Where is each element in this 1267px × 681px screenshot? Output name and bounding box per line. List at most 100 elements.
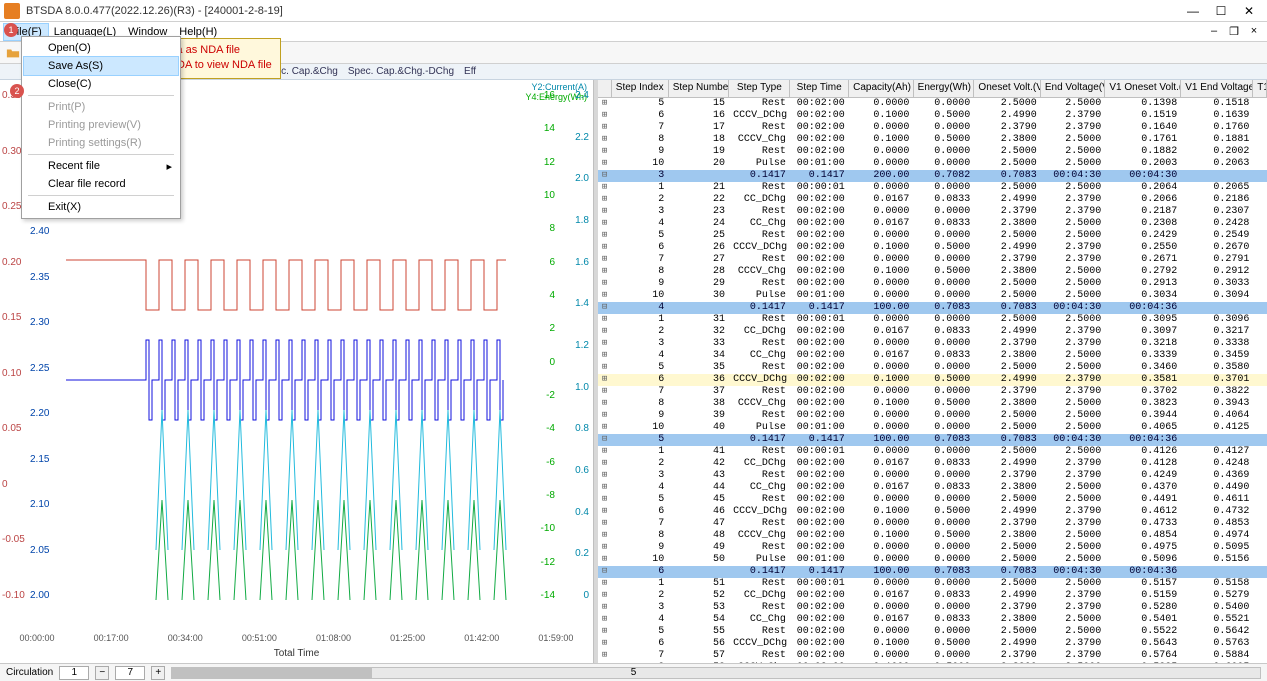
mdi-restore[interactable]: ❐ xyxy=(1225,25,1243,38)
file-print-settings: Printing settings(R) xyxy=(24,134,178,152)
table-row[interactable]: ⊞353Rest00:02:000.00000.00002.37902.3790… xyxy=(598,602,1267,614)
table-row[interactable]: ⊞141Rest00:00:010.00000.00002.50002.5000… xyxy=(598,446,1267,458)
circulation-to[interactable] xyxy=(115,666,145,680)
table-row[interactable]: ⊞636CCCV_DChg00:02:000.10000.50002.49902… xyxy=(598,374,1267,386)
axis-tick: 0.20 xyxy=(2,257,21,268)
table-row[interactable]: ⊞343Rest00:02:000.00000.00002.37902.3790… xyxy=(598,470,1267,482)
table-row[interactable]: ⊞656CCCV_DChg00:02:000.10000.50002.49902… xyxy=(598,638,1267,650)
minimize-button[interactable]: — xyxy=(1179,1,1207,21)
table-row[interactable]: ⊞131Rest00:00:010.00000.00002.50002.5000… xyxy=(598,314,1267,326)
table-row[interactable]: ⊞222CC_DChg00:02:000.01670.08332.49902.3… xyxy=(598,194,1267,206)
file-exit[interactable]: Exit(X) xyxy=(24,198,178,216)
table-row[interactable]: ⊞838CCCV_Chg00:02:000.10000.50002.38002.… xyxy=(598,398,1267,410)
cycle-row[interactable]: ⊟50.14170.1417100.000.70830.708300:04:30… xyxy=(598,434,1267,446)
table-row[interactable]: ⊞151Rest00:00:010.00000.00002.50002.5000… xyxy=(598,578,1267,590)
table-row[interactable]: ⊞1030Pulse00:01:000.00000.00002.50002.50… xyxy=(598,290,1267,302)
column-header[interactable] xyxy=(598,80,612,97)
table-row[interactable]: ⊞434CC_Chg00:02:000.01670.08332.38002.50… xyxy=(598,350,1267,362)
table-row[interactable]: ⊞1050Pulse00:01:000.00000.00002.50002.50… xyxy=(598,554,1267,566)
circulation-from[interactable] xyxy=(59,666,89,680)
table-row[interactable]: ⊞949Rest00:02:000.00000.00002.50002.5000… xyxy=(598,542,1267,554)
mdi-minimize[interactable]: – xyxy=(1205,25,1223,38)
column-header[interactable]: Capacity(Ah) xyxy=(849,80,914,97)
file-clear-record[interactable]: Clear file record xyxy=(24,175,178,193)
table-row[interactable]: ⊞444CC_Chg00:02:000.01670.08332.38002.50… xyxy=(598,482,1267,494)
file-open[interactable]: Open(O) xyxy=(24,39,178,57)
circulation-to-inc[interactable]: + xyxy=(151,666,165,680)
column-header[interactable]: End Voltage(V) xyxy=(1041,80,1106,97)
table-row[interactable]: ⊞454CC_Chg00:02:000.01670.08332.38002.50… xyxy=(598,614,1267,626)
table-row[interactable]: ⊞848CCCV_Chg00:02:000.10000.50002.38002.… xyxy=(598,530,1267,542)
x-axis-title: Total Time xyxy=(0,648,593,659)
table-row[interactable]: ⊞232CC_DChg00:02:000.01670.08332.49902.3… xyxy=(598,326,1267,338)
column-header[interactable]: V1 Oneset Volt.(V) xyxy=(1105,80,1181,97)
cycle-row[interactable]: ⊟40.14170.1417100.000.70830.708300:04:30… xyxy=(598,302,1267,314)
table-row[interactable]: ⊞1020Pulse00:01:000.00000.00002.50002.50… xyxy=(598,158,1267,170)
axis-tick: 1.4 xyxy=(575,298,589,309)
table-row[interactable]: ⊞858CCCV_Chg00:02:000.10000.50002.38002.… xyxy=(598,662,1267,663)
table-body[interactable]: ⊞515Rest00:02:000.00000.00002.50002.5000… xyxy=(598,98,1267,663)
table-row[interactable]: ⊞525Rest00:02:000.00000.00002.50002.5000… xyxy=(598,230,1267,242)
table-row[interactable]: ⊞939Rest00:02:000.00000.00002.50002.5000… xyxy=(598,410,1267,422)
x-axis: 00:00:0000:17:0000:34:0000:51:0001:08:00… xyxy=(0,633,593,643)
column-header[interactable]: V1 End Voltage(V) xyxy=(1181,80,1253,97)
table-row[interactable]: ⊞242CC_DChg00:02:000.01670.08332.49902.3… xyxy=(598,458,1267,470)
column-header[interactable]: Step Type xyxy=(729,80,790,97)
menu-separator xyxy=(28,195,174,196)
hscroll-thumb[interactable] xyxy=(172,668,372,678)
mdi-close[interactable]: × xyxy=(1245,25,1263,38)
table-row[interactable]: ⊞616CCCV_DChg00:02:000.10000.50002.49902… xyxy=(598,110,1267,122)
axis-tick: 12 xyxy=(544,157,555,168)
cycle-row[interactable]: ⊟30.14170.1417200.000.70820.708300:04:30… xyxy=(598,170,1267,182)
table-row[interactable]: ⊞424CC_Chg00:02:000.01670.08332.38002.50… xyxy=(598,218,1267,230)
table-row[interactable]: ⊞818CCCV_Chg00:02:000.10000.50002.38002.… xyxy=(598,134,1267,146)
callout-marker-2: 2 xyxy=(10,84,24,98)
tool-open-icon[interactable] xyxy=(4,44,22,62)
table-row[interactable]: ⊞545Rest00:02:000.00000.00002.50002.5000… xyxy=(598,494,1267,506)
table-row[interactable]: ⊞555Rest00:02:000.00000.00002.50002.5000… xyxy=(598,626,1267,638)
axis-tick: 2.00 xyxy=(30,590,49,601)
column-header[interactable]: Step Number xyxy=(669,80,730,97)
tab-spec-cap-chg-dchg[interactable]: Spec. Cap.&Chg.-DChg xyxy=(348,66,454,77)
table-row[interactable]: ⊞828CCCV_Chg00:02:000.10000.50002.38002.… xyxy=(598,266,1267,278)
axis-tick: 2.2 xyxy=(575,132,589,143)
axis-tick: 6 xyxy=(549,257,555,268)
axis-tick: 2.0 xyxy=(575,173,589,184)
table-row[interactable]: ⊞929Rest00:02:000.00000.00002.50002.5000… xyxy=(598,278,1267,290)
circulation-label: Circulation xyxy=(6,667,53,678)
tab-eff[interactable]: Eff xyxy=(464,66,476,77)
table-row[interactable]: ⊞515Rest00:02:000.00000.00002.50002.5000… xyxy=(598,98,1267,110)
table-row[interactable]: ⊞717Rest00:02:000.00000.00002.37902.3790… xyxy=(598,122,1267,134)
column-header[interactable]: Step Index xyxy=(612,80,669,97)
axis-tick: -14 xyxy=(541,590,555,601)
file-save-as[interactable]: Save As(S) xyxy=(24,57,178,75)
close-button[interactable]: ✕ xyxy=(1235,1,1263,21)
table-row[interactable]: ⊞626CCCV_DChg00:02:000.10000.50002.49902… xyxy=(598,242,1267,254)
column-header[interactable]: Oneset Volt.(V) xyxy=(974,80,1040,97)
circulation-from-dec[interactable]: − xyxy=(95,666,109,680)
table-row[interactable]: ⊞646CCCV_DChg00:02:000.10000.50002.49902… xyxy=(598,506,1267,518)
table-row[interactable]: ⊞727Rest00:02:000.00000.00002.37902.3790… xyxy=(598,254,1267,266)
axis-tick: 0 xyxy=(2,479,8,490)
table-row[interactable]: ⊞252CC_DChg00:02:000.01670.08332.49902.3… xyxy=(598,590,1267,602)
axis-tick: 0.2 xyxy=(575,548,589,559)
maximize-button[interactable]: ☐ xyxy=(1207,1,1235,21)
table-row[interactable]: ⊞919Rest00:02:000.00000.00002.50002.5000… xyxy=(598,146,1267,158)
file-close[interactable]: Close(C) xyxy=(24,75,178,93)
table-row[interactable]: ⊞535Rest00:02:000.00000.00002.50002.5000… xyxy=(598,362,1267,374)
column-header[interactable]: Step Time xyxy=(790,80,849,97)
table-header: Step IndexStep NumberStep TypeStep TimeC… xyxy=(598,80,1267,98)
statusbar: Circulation − + 5 xyxy=(0,663,1267,681)
hscrollbar[interactable] xyxy=(171,667,1261,679)
table-row[interactable]: ⊞1040Pulse00:01:000.00000.00002.50002.50… xyxy=(598,422,1267,434)
column-header[interactable]: Energy(Wh) xyxy=(914,80,975,97)
table-row[interactable]: ⊞757Rest00:02:000.00000.00002.37902.3790… xyxy=(598,650,1267,662)
table-row[interactable]: ⊞333Rest00:02:000.00000.00002.37902.3790… xyxy=(598,338,1267,350)
table-row[interactable]: ⊞323Rest00:02:000.00000.00002.37902.3790… xyxy=(598,206,1267,218)
table-row[interactable]: ⊞747Rest00:02:000.00000.00002.37902.3790… xyxy=(598,518,1267,530)
column-header[interactable]: T1 xyxy=(1253,80,1267,97)
cycle-row[interactable]: ⊟60.14170.1417100.000.70830.708300:04:30… xyxy=(598,566,1267,578)
table-row[interactable]: ⊞737Rest00:02:000.00000.00002.37902.3790… xyxy=(598,386,1267,398)
table-row[interactable]: ⊞121Rest00:00:010.00000.00002.50002.5000… xyxy=(598,182,1267,194)
file-recent[interactable]: Recent file▸ xyxy=(24,157,178,175)
